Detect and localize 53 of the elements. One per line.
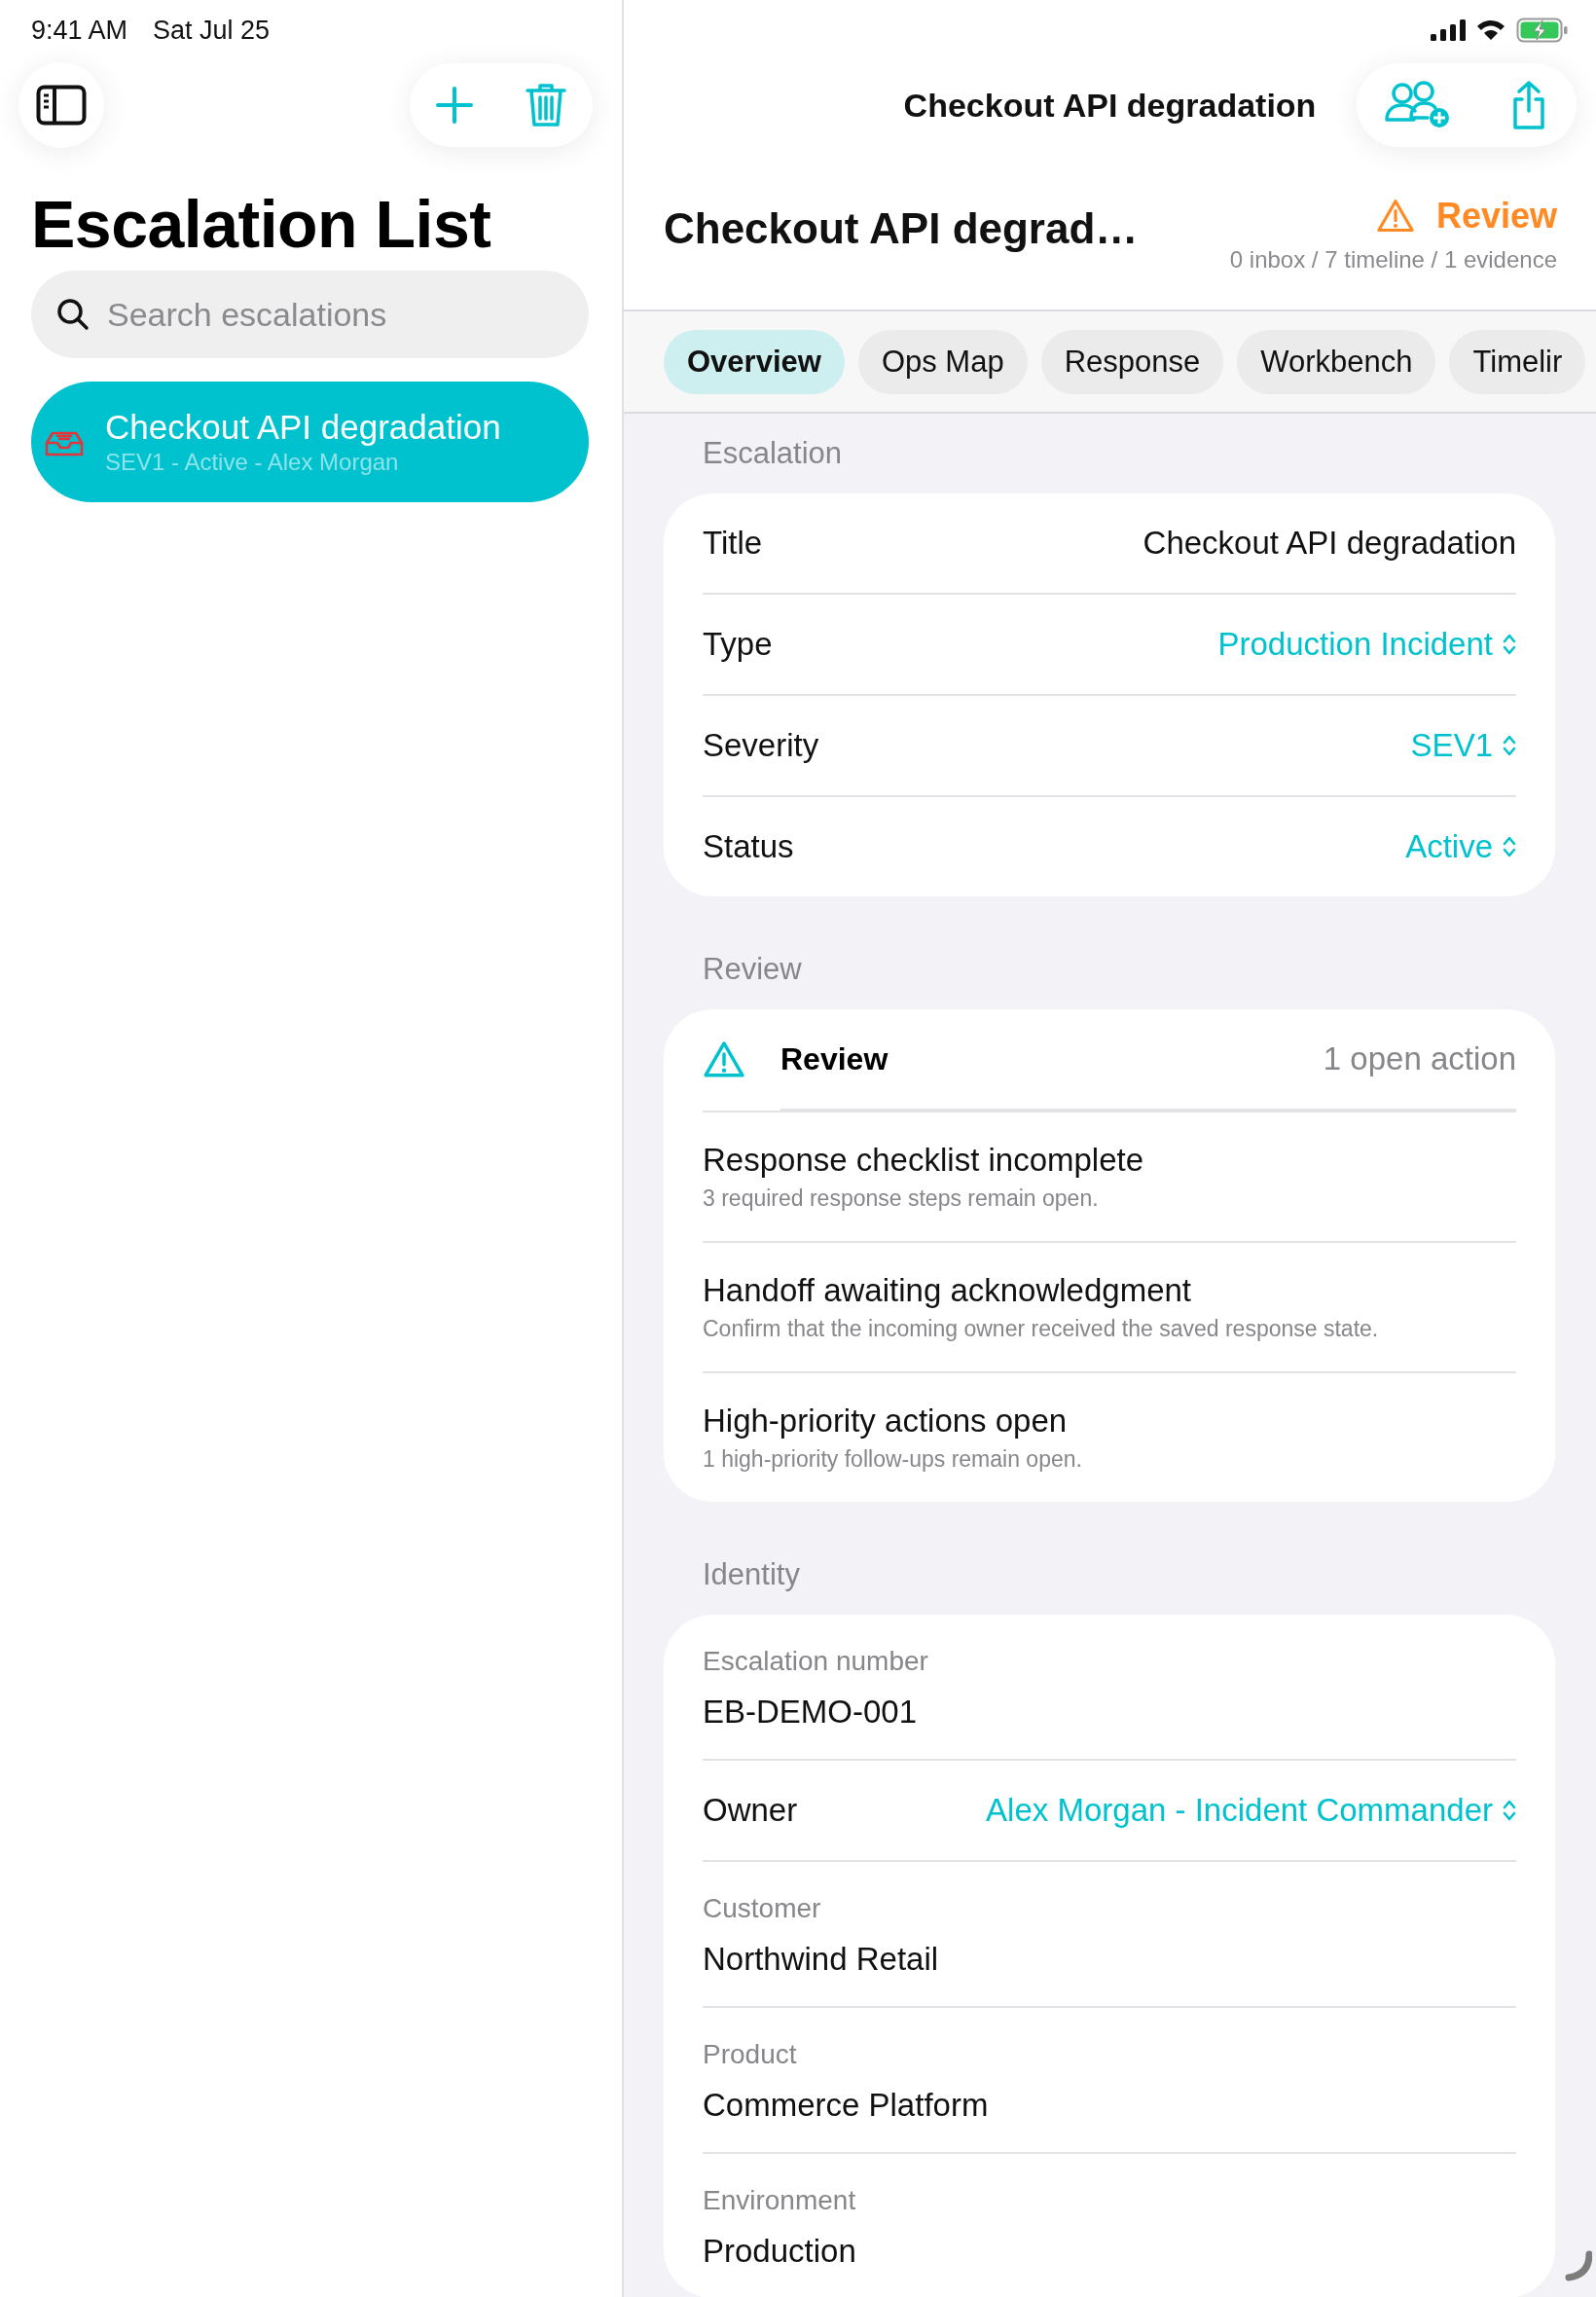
section-header: Identity	[702, 1556, 801, 1593]
status-date: Sat Jul 25	[153, 15, 271, 46]
sidebar-icon	[36, 85, 87, 126]
navigation-title: Checkout API degradation	[903, 86, 1317, 125]
tab[interactable]: Timelir	[1449, 329, 1586, 394]
review-title: Review	[780, 1040, 889, 1077]
trash-icon	[526, 82, 566, 128]
field-label: Severity	[703, 727, 819, 764]
plus-icon	[436, 87, 473, 124]
warning-icon	[703, 1039, 745, 1078]
review-item-detail: 1 high-priority follow-ups remain open.	[703, 1445, 1083, 1474]
search-icon	[56, 298, 90, 331]
review-item-detail: 3 required response steps remain open.	[703, 1185, 1100, 1213]
battery-charging-icon	[1516, 18, 1569, 43]
item-subtitle: SEV1 - Active - Alex Morgan	[105, 448, 400, 477]
field-label: Environment	[703, 2184, 857, 2217]
review-item-detail: Confirm that the incoming owner received the saved response state.	[703, 1315, 1380, 1343]
field-value: Checkout API degradation	[1143, 525, 1516, 562]
open-action-count: 1 open action	[1323, 1040, 1516, 1077]
section-header: Review	[702, 951, 803, 988]
section-header: Escalation	[702, 435, 844, 472]
record-counts: 0 inbox / 7 timeline / 1 evidence	[1229, 246, 1557, 273]
review-status-label: Review	[1435, 196, 1557, 237]
field-label: Customer	[703, 1892, 822, 1925]
tab[interactable]: Workbench	[1237, 329, 1436, 394]
tab[interactable]: Response	[1040, 329, 1224, 394]
warning-icon	[1375, 199, 1415, 234]
tab[interactable]: Overview	[664, 329, 845, 394]
field-value: Commerce Platform	[703, 2086, 990, 2125]
cellular-signal-icon	[1431, 19, 1466, 41]
up-down-chevron-icon	[1503, 734, 1516, 757]
page-title: Escalation List	[31, 186, 492, 263]
tab[interactable]: Ops Map	[857, 329, 1028, 394]
search-field[interactable]: Search escalations	[31, 271, 589, 358]
item-title: Checkout API degradation	[105, 407, 501, 448]
field-label: Owner	[703, 1792, 798, 1829]
up-down-chevron-icon	[1503, 1799, 1516, 1822]
review-item-title: High-priority actions open	[703, 1402, 1069, 1440]
field-label: Product	[703, 2038, 798, 2071]
field-label: Title	[703, 525, 763, 562]
detail-title: Checkout API degrad…	[664, 204, 1139, 253]
wifi-icon	[1475, 18, 1506, 42]
field-label: Type	[703, 626, 773, 663]
field-label: Status	[703, 828, 794, 865]
up-down-chevron-icon	[1503, 835, 1516, 858]
field-value: Northwind Retail	[703, 1940, 940, 1979]
status-time: 9:41 AM	[31, 15, 128, 46]
review-item-title: Handoff awaiting acknowledgment	[703, 1271, 1193, 1310]
field-value: EB-DEMO-001	[703, 1693, 919, 1732]
field-label: Escalation number	[703, 1645, 929, 1678]
review-item-title: Response checklist incomplete	[703, 1141, 1145, 1180]
field-value: Production	[703, 2232, 857, 2271]
up-down-chevron-icon	[1503, 633, 1516, 656]
